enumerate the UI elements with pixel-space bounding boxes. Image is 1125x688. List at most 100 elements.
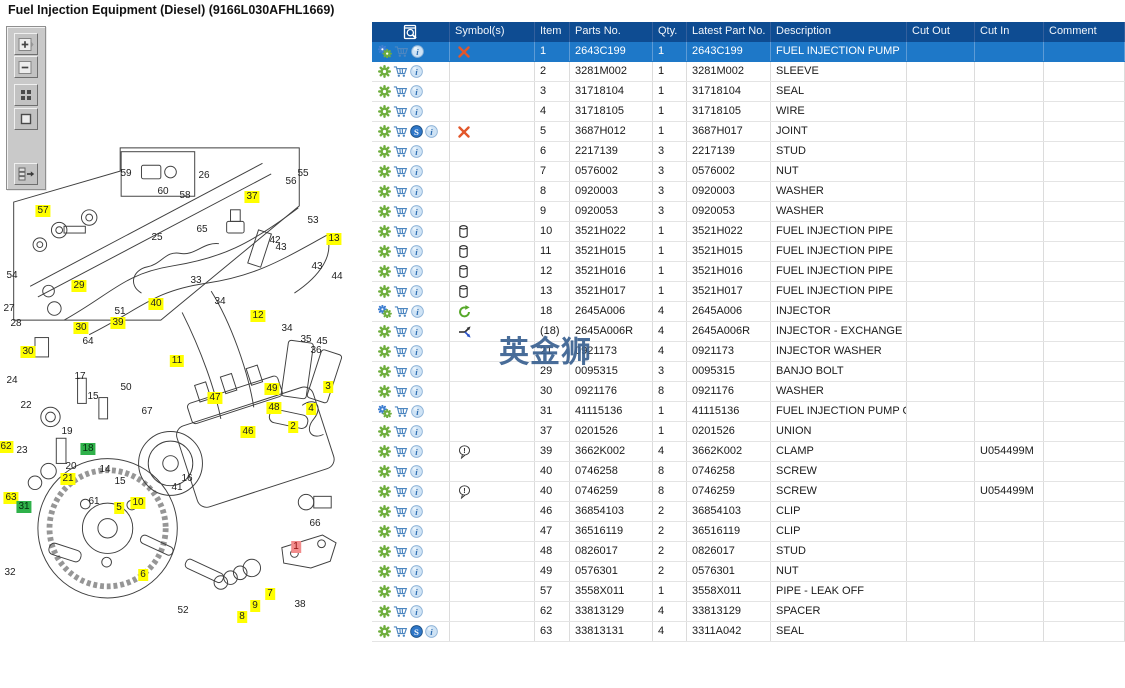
info-icon[interactable]: i [410,525,423,538]
add-to-cart-icon[interactable] [393,445,408,458]
cell-qty[interactable]: 1 [653,62,687,81]
diagram-callout-18[interactable]: 18 [80,443,96,455]
cell-latest[interactable]: 0576002 [687,162,771,181]
cell-cutout[interactable] [907,42,975,61]
gear-icon[interactable] [378,465,391,478]
assembly-gears-icon[interactable] [378,45,392,58]
gear-icon[interactable] [378,445,391,458]
diagram-callout-47[interactable]: 47 [207,392,223,404]
diagram-callout-33[interactable]: 33 [188,275,203,287]
column-header-desc[interactable]: Description [771,22,907,42]
table-row-item-46[interactable]: i 46 36854103 2 36854103 CLIP [372,502,1125,522]
cell-latest[interactable]: 41115136 [687,402,771,421]
diagram-pane[interactable]: 59 26 60 58 56 55 53 65 42 43 25 43 44 54 27 33 34 51 28 64… [0,22,372,688]
diagram-callout-10[interactable]: 10 [130,497,146,509]
info-icon[interactable]: i [410,425,423,438]
cell-cutout[interactable] [907,222,975,241]
diagram-callout-28[interactable]: 28 [8,318,23,330]
cell-desc[interactable]: FUEL INJECTION PUMP [771,42,907,61]
cell-parts[interactable]: 0746258 [570,462,653,481]
cell-comment[interactable] [1044,42,1125,61]
cell-desc[interactable]: SCREW [771,462,907,481]
diagram-callout-21[interactable]: 21 [60,473,76,485]
cell-desc[interactable]: SEAL [771,82,907,101]
cell-cutout[interactable] [907,202,975,221]
add-to-cart-icon[interactable] [393,505,408,518]
cell-latest[interactable]: 3281M002 [687,62,771,81]
add-to-cart-icon[interactable] [393,585,408,598]
diagram-callout-23[interactable]: 23 [14,445,29,457]
cell-latest[interactable]: 2217139 [687,142,771,161]
diagram-callout-38[interactable]: 38 [292,599,307,611]
cell-desc[interactable]: WASHER [771,382,907,401]
cell-item[interactable]: 5 [535,122,570,141]
cell-latest[interactable]: 2645A006 [687,302,771,321]
cell-latest[interactable]: 3521H017 [687,282,771,301]
gear-icon[interactable] [378,225,391,238]
cell-comment[interactable] [1044,622,1125,641]
cell-parts[interactable]: 3281M002 [570,62,653,81]
cell-qty[interactable]: 1 [653,122,687,141]
diagram-callout-61[interactable]: 61 [86,496,101,508]
cell-cutout[interactable] [907,462,975,481]
add-to-cart-icon[interactable] [394,45,409,58]
info-icon[interactable]: i [411,45,424,58]
cell-cutout[interactable] [907,182,975,201]
cell-desc[interactable]: WASHER [771,182,907,201]
cell-cutin[interactable] [975,542,1044,561]
table-row-item-30[interactable]: i 30 0921176 8 0921176 WASHER [372,382,1125,402]
cell-qty[interactable]: 2 [653,522,687,541]
diagram-callout-13[interactable]: 13 [326,233,342,245]
cell-desc[interactable]: FUEL INJECTION PIPE [771,282,907,301]
cell-cutout[interactable] [907,402,975,421]
gear-icon[interactable] [378,245,391,258]
cell-desc[interactable]: WASHER [771,202,907,221]
cell-cutout[interactable] [907,122,975,141]
cell-cutout[interactable] [907,522,975,541]
cell-qty[interactable]: 2 [653,562,687,581]
cell-comment[interactable] [1044,482,1125,501]
cell-qty[interactable]: 1 [653,102,687,121]
cell-cutin[interactable] [975,162,1044,181]
table-row-item-8[interactable]: i 8 0920003 3 0920003 WASHER [372,182,1125,202]
cell-comment[interactable] [1044,382,1125,401]
table-row-item-37[interactable]: i 37 0201526 1 0201526 UNION [372,422,1125,442]
cell-item[interactable]: 18 [535,302,570,321]
info-icon[interactable]: i [410,65,423,78]
cell-cutin[interactable] [975,402,1044,421]
cell-desc[interactable]: INJECTOR [771,302,907,321]
add-to-cart-icon[interactable] [393,565,408,578]
gear-icon[interactable] [378,165,391,178]
gear-icon[interactable] [378,605,391,618]
add-to-cart-icon[interactable] [393,425,408,438]
cell-parts[interactable]: 3521H022 [570,222,653,241]
cell-qty[interactable]: 4 [653,322,687,341]
cell-cutin[interactable] [975,322,1044,341]
cell-qty[interactable]: 3 [653,202,687,221]
gear-icon[interactable] [378,285,391,298]
cell-cutout[interactable] [907,322,975,341]
cell-latest[interactable]: 0920053 [687,202,771,221]
diagram-callout-62[interactable]: 62 [0,441,14,453]
cell-latest[interactable]: 0201526 [687,422,771,441]
info-icon[interactable]: i [410,185,423,198]
cell-cutout[interactable] [907,582,975,601]
cell-latest[interactable]: 3521H015 [687,242,771,261]
cell-latest[interactable]: 31718105 [687,102,771,121]
cell-parts[interactable]: 0921176 [570,382,653,401]
add-to-cart-icon[interactable] [393,105,408,118]
cell-qty[interactable]: 2 [653,502,687,521]
cell-cutin[interactable] [975,422,1044,441]
gear-icon[interactable] [378,85,391,98]
cell-parts[interactable]: 3687H012 [570,122,653,141]
cell-cutin[interactable] [975,82,1044,101]
zoom-out-button[interactable] [14,56,38,78]
cell-cutin[interactable] [975,202,1044,221]
gear-icon[interactable] [378,345,391,358]
diagram-callout-36[interactable]: 36 [308,345,323,357]
cell-comment[interactable] [1044,422,1125,441]
diagram-callout-31[interactable]: 31 [16,501,32,513]
info-icon[interactable]: i [425,625,438,638]
diagram-callout-67[interactable]: 67 [139,406,154,418]
cell-desc[interactable]: CLIP [771,502,907,521]
